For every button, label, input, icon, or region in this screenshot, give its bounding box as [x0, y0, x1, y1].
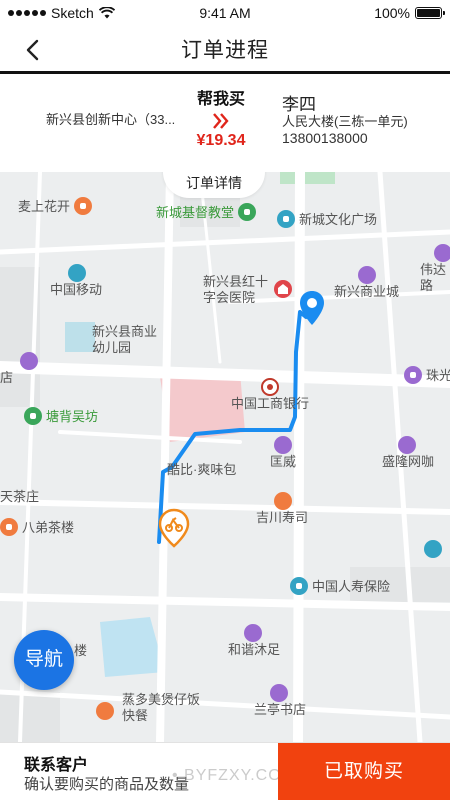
restaurant-icon	[274, 492, 292, 510]
nav-bar: 订单进程	[0, 26, 450, 74]
poi-babrothers[interactable]: 八弟茶楼	[0, 517, 74, 536]
poi-icbc[interactable]: 中国工商银行	[231, 378, 309, 412]
poi-jiangwei[interactable]: 匡威	[270, 436, 296, 470]
bookstore-icon	[270, 684, 288, 702]
poi-china-mobile[interactable]: 中国移动	[50, 264, 102, 298]
picked-up-button[interactable]: 已取购买	[278, 743, 450, 800]
poi-zhuguang[interactable]: 珠光	[404, 365, 450, 384]
shop-icon	[434, 244, 450, 262]
chevron-left-icon	[26, 39, 39, 61]
shop-icon	[20, 352, 38, 370]
poi-burger[interactable]: 蒸多美煲仔饭 快餐	[122, 692, 200, 724]
page-title: 订单进程	[181, 38, 269, 62]
signal-carrier: Sketch	[8, 5, 115, 21]
wifi-icon	[98, 7, 115, 19]
teahouse-icon	[0, 517, 18, 536]
double-chevron-right-icon	[213, 113, 229, 129]
poi-lanting[interactable]: 兰亭书店	[254, 684, 306, 718]
poi-tangbei[interactable]: 塘背吴坊	[24, 406, 98, 425]
poi-weidalu[interactable]: 伟达路	[420, 244, 450, 294]
rider-location-icon	[158, 508, 190, 548]
bank-icon	[261, 378, 279, 396]
poi-lou[interactable]: 楼	[74, 640, 87, 659]
service-info: 帮我买 ¥19.34	[190, 85, 252, 150]
service-label: 帮我买	[196, 91, 245, 108]
destination-pin-icon	[300, 291, 324, 325]
poi-kubi[interactable]: 酷比·爽味包	[167, 459, 236, 478]
shop-icon	[424, 540, 442, 558]
poi-maishanghuakai[interactable]: 麦上花开	[18, 196, 93, 215]
pickup-address: 新兴县创新中心（33...	[46, 112, 176, 127]
bottom-action-bar: 联系客户 确认要购买的商品及数量 • BYFZXY.COM 已取购买	[0, 742, 450, 800]
park-icon	[24, 406, 42, 425]
order-price: ¥19.34	[196, 132, 246, 149]
insurance-icon	[290, 576, 308, 595]
back-button[interactable]	[18, 36, 46, 64]
poi-xincheng-plaza[interactable]: 新城文化广场	[277, 209, 377, 228]
navigate-button[interactable]: 导航	[14, 630, 74, 690]
contact-customer-button[interactable]: 联系客户	[24, 751, 88, 775]
poi-shenglong[interactable]: 盛隆网咖	[382, 436, 434, 470]
battery-percent: 100%	[374, 5, 410, 21]
receiver-address: 人民大楼(三栋一单元)	[282, 114, 408, 129]
signal-icon	[8, 10, 46, 16]
order-summary: 新兴县创新中心（33... 帮我买 ¥19.34 李四 人民大楼(三栋一单元) …	[0, 77, 450, 172]
carrier-name: Sketch	[51, 5, 94, 21]
poi-shop-partial[interactable]: 店	[0, 352, 38, 386]
order-detail-tab[interactable]: 订单详情	[163, 172, 265, 198]
poi-hexie[interactable]: 和谐沐足	[228, 624, 280, 658]
spa-icon	[244, 624, 262, 642]
poi-china-life[interactable]: 中国人寿保险	[290, 576, 390, 595]
netcafe-icon	[398, 436, 416, 454]
poi-kindergarten[interactable]: 新兴县商业 幼儿园	[92, 324, 157, 356]
status-bar: Sketch 9:41 AM 100%	[0, 0, 450, 26]
poi-xincheng-church[interactable]: 新城基督教堂	[156, 202, 257, 221]
receiver-phone: 13800138000	[282, 130, 368, 146]
shop-icon	[274, 436, 292, 454]
poi-xinxing-mall[interactable]: 新兴商业城	[334, 266, 399, 300]
hospital-icon	[274, 280, 292, 298]
poi-yoshikawa[interactable]: 吉川寿司	[256, 492, 308, 526]
battery-icon	[415, 7, 445, 19]
shop-icon	[404, 365, 422, 384]
restaurant-icon	[74, 196, 93, 215]
restaurant-icon	[96, 702, 114, 720]
plaza-icon	[277, 209, 295, 228]
telecom-icon	[68, 264, 86, 282]
contact-subtitle: 确认要购买的商品及数量	[24, 776, 190, 793]
poi-tianchazhuang[interactable]: 天茶庄	[0, 486, 39, 505]
church-icon	[238, 202, 257, 221]
map-view[interactable]: 麦上花开 新城基督教堂 新城文化广场 伟达路 中国移动 新兴县红十 字会医院 新…	[0, 172, 450, 742]
poi-redcross-hospital[interactable]: 新兴县红十 字会医院	[203, 274, 268, 306]
mall-icon	[358, 266, 376, 284]
